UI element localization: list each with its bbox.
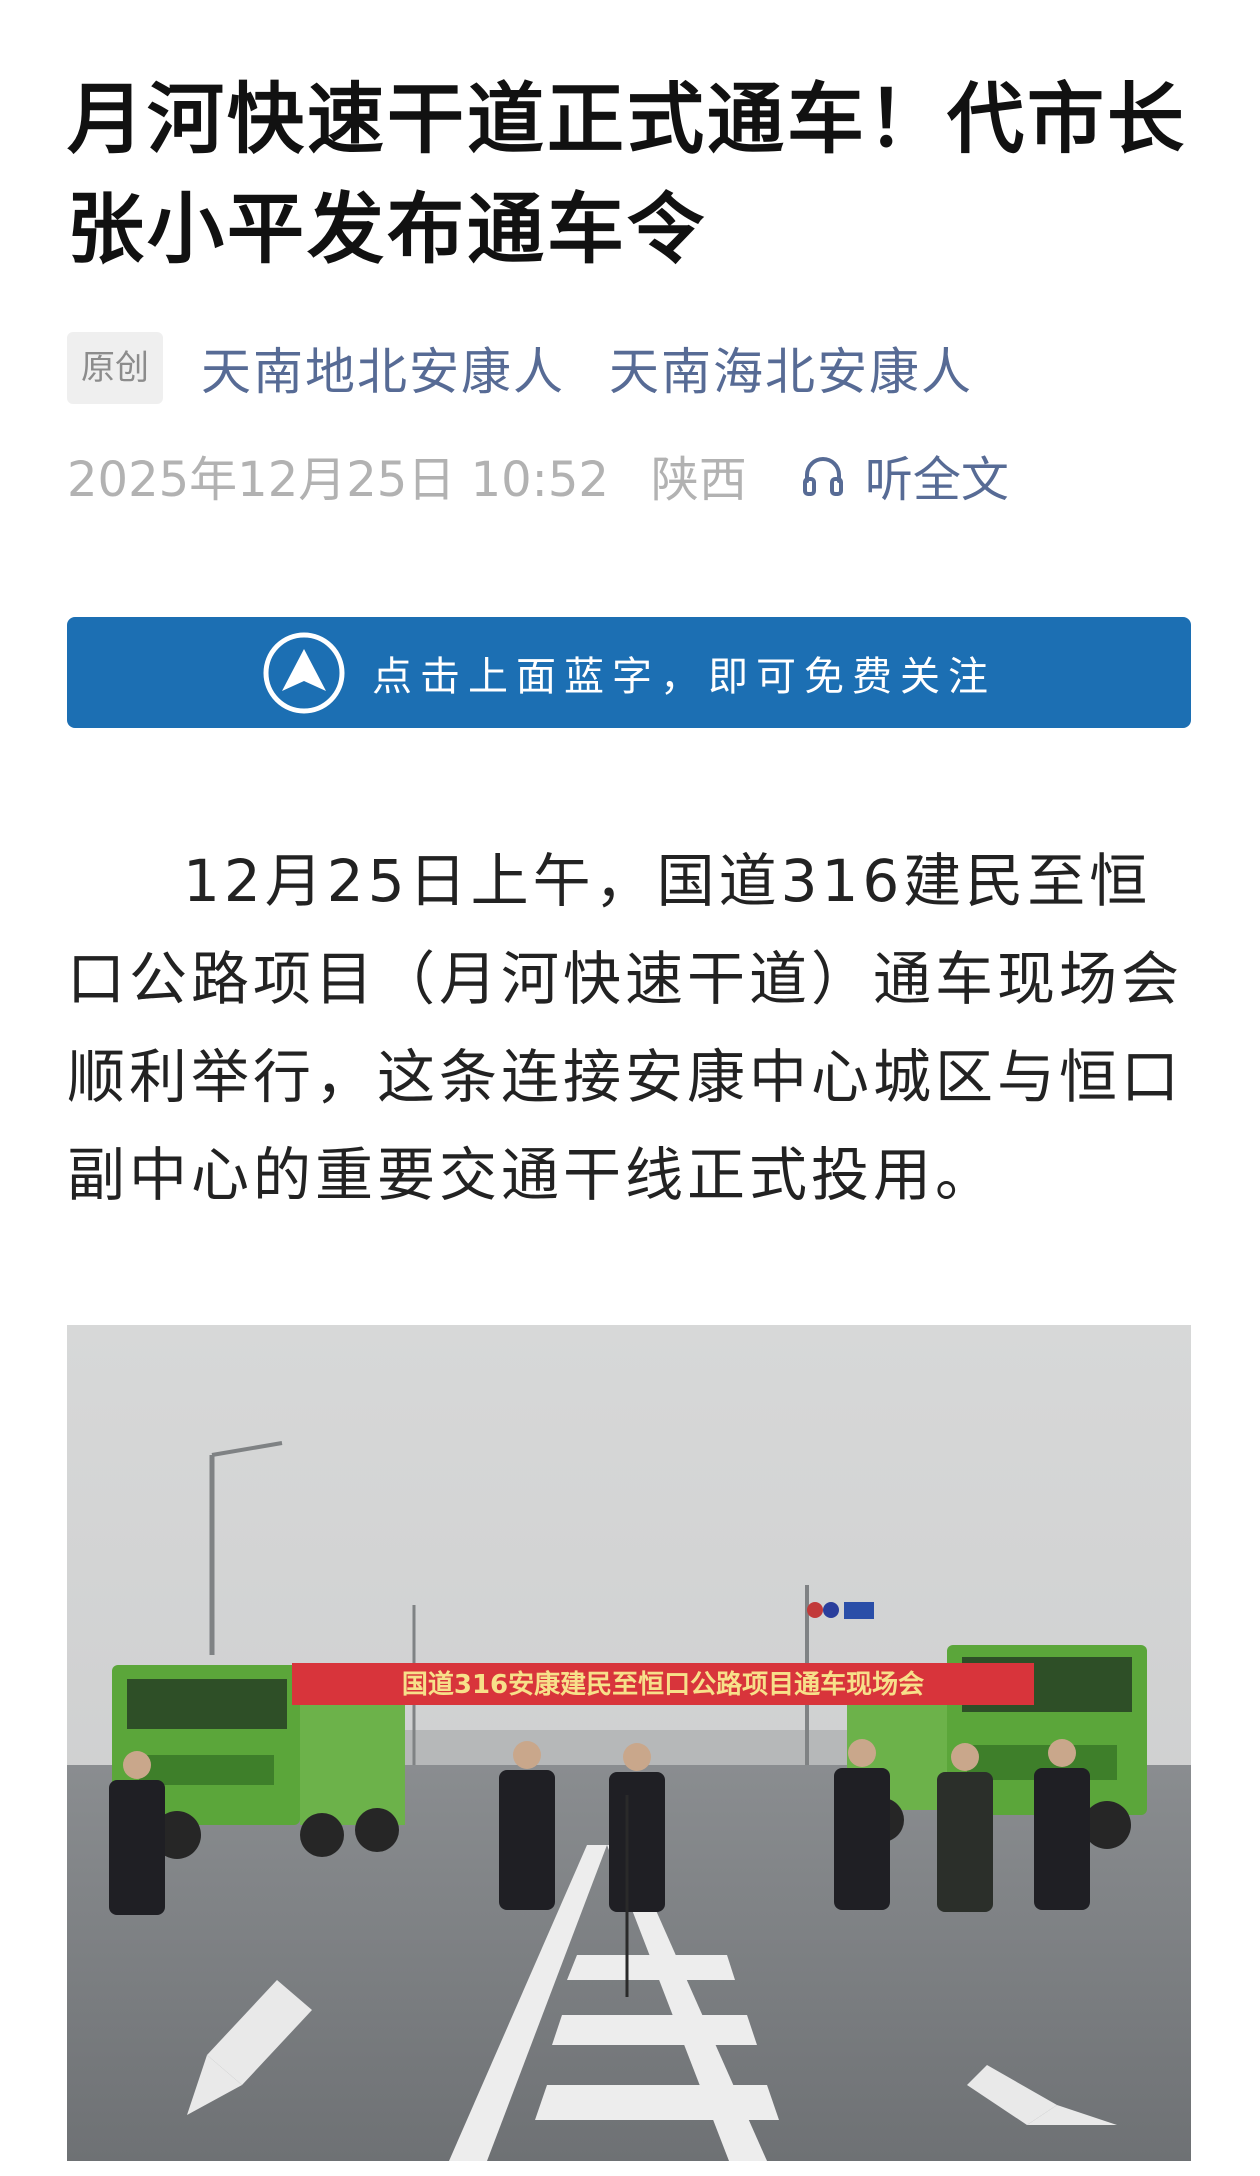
article-title: 月河快速干道正式通车！代市长张小平发布通车令 xyxy=(67,76,1187,275)
article-paragraph: 12月25日上午，国道316建民至恒口公路项目（月河快速干道）通车现场会顺利举行… xyxy=(67,847,1184,1209)
listen-label: 听全文 xyxy=(864,452,1009,508)
follow-banner[interactable]: 点击上面蓝字，即可免费关注 xyxy=(67,617,1191,728)
ceremony-banner-text: 国道316安康建民至恒口公路项目通车现场会 xyxy=(402,1669,924,1700)
listen-button[interactable]: 听全文 xyxy=(799,440,1009,510)
publish-datetime: 2025年12月25日 10:52 xyxy=(67,452,609,508)
ceremony-photo: 国道316安康建民至恒口公路项目通车现场会 xyxy=(67,1325,1191,2161)
author-row: 原创 天南地北安康人 天南海北安康人 xyxy=(67,330,973,406)
follow-banner-text: 点击上面蓝字，即可免费关注 xyxy=(372,653,996,700)
original-tag: 原创 xyxy=(67,332,163,404)
meta-row: 2025年12月25日 10:52 陕西 听全文 xyxy=(67,440,1009,510)
account-link[interactable]: 天南海北安康人 xyxy=(609,332,973,404)
author-link[interactable]: 天南地北安康人 xyxy=(201,332,565,404)
up-arrow-circle-icon xyxy=(263,632,345,713)
headphones-icon xyxy=(802,457,843,496)
article-photo[interactable]: 国道316安康建民至恒口公路项目通车现场会 xyxy=(67,1325,1191,2161)
publish-location: 陕西 xyxy=(650,452,747,508)
